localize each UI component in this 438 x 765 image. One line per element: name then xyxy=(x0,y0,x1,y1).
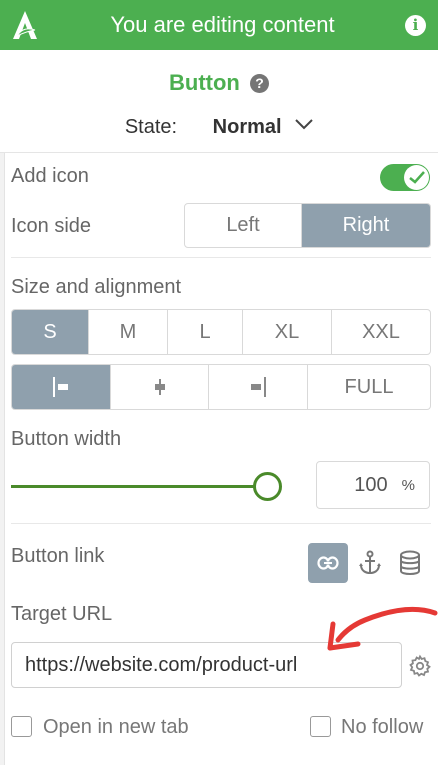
anchor-icon xyxy=(359,550,381,575)
toggle-knob xyxy=(404,165,429,190)
width-value: 100 xyxy=(354,473,388,496)
database-icon xyxy=(400,550,420,575)
divider xyxy=(11,257,431,258)
link-type-dynamic-button[interactable] xyxy=(390,543,430,583)
header-title: You are editing content xyxy=(110,12,335,37)
align-left-button[interactable] xyxy=(12,365,111,409)
align-right-icon xyxy=(251,377,266,397)
align-left-icon xyxy=(53,377,68,397)
icon-side-right-button[interactable]: Right xyxy=(302,204,430,247)
align-right-button[interactable] xyxy=(209,365,308,409)
size-s-button[interactable]: S xyxy=(12,310,89,354)
size-alignment-label: Size and alignment xyxy=(11,276,182,298)
no-follow-checkbox[interactable] xyxy=(310,716,331,737)
gear-icon[interactable] xyxy=(408,654,432,678)
target-url-label: Target URL xyxy=(11,603,113,625)
button-width-label: Button width xyxy=(11,428,122,450)
size-group: S M L XL XXL xyxy=(11,309,431,355)
state-selector[interactable]: State: Normal xyxy=(0,113,438,139)
divider xyxy=(0,152,438,153)
panel-title: Button ? xyxy=(0,70,438,96)
size-l-button[interactable]: L xyxy=(168,310,243,354)
link-type-url-button[interactable] xyxy=(308,543,348,583)
width-input[interactable]: 100 % xyxy=(316,461,430,509)
open-new-tab-checkbox[interactable] xyxy=(11,716,32,737)
size-xl-button[interactable]: XL xyxy=(243,310,332,354)
icon-side-label: Icon side xyxy=(11,215,92,237)
link-icon xyxy=(317,556,339,570)
open-new-tab-label[interactable]: Open in new tab xyxy=(43,716,189,739)
icon-side-group: Left Right xyxy=(184,203,431,248)
state-label: State: xyxy=(124,116,178,138)
no-follow-label[interactable]: No follow xyxy=(341,716,423,739)
link-type-anchor-button[interactable] xyxy=(350,543,390,583)
scroll-rail xyxy=(0,153,5,765)
chevron-down-icon[interactable] xyxy=(295,113,313,136)
button-link-label: Button link xyxy=(11,545,105,567)
icon-side-left-button[interactable]: Left xyxy=(185,204,302,247)
align-full-button[interactable]: FULL xyxy=(308,365,430,409)
check-icon xyxy=(408,171,425,184)
editor-header: You are editing content i xyxy=(0,0,438,50)
add-icon-label: Add icon xyxy=(11,165,89,187)
size-xxl-button[interactable]: XXL xyxy=(332,310,430,354)
divider xyxy=(11,523,431,524)
align-center-icon xyxy=(154,379,165,395)
width-slider-handle[interactable] xyxy=(253,472,282,501)
align-center-button[interactable] xyxy=(111,365,209,409)
target-url-input[interactable] xyxy=(11,642,402,688)
alignment-group: FULL xyxy=(11,364,431,410)
size-m-button[interactable]: M xyxy=(89,310,168,354)
add-icon-toggle[interactable] xyxy=(380,164,430,191)
help-icon[interactable]: ? xyxy=(249,74,269,93)
width-slider-track[interactable] xyxy=(11,485,259,488)
panel-title-text: Button xyxy=(169,70,240,95)
width-unit: % xyxy=(401,476,415,494)
state-value[interactable]: Normal xyxy=(213,116,282,138)
info-icon[interactable]: i xyxy=(405,14,426,36)
